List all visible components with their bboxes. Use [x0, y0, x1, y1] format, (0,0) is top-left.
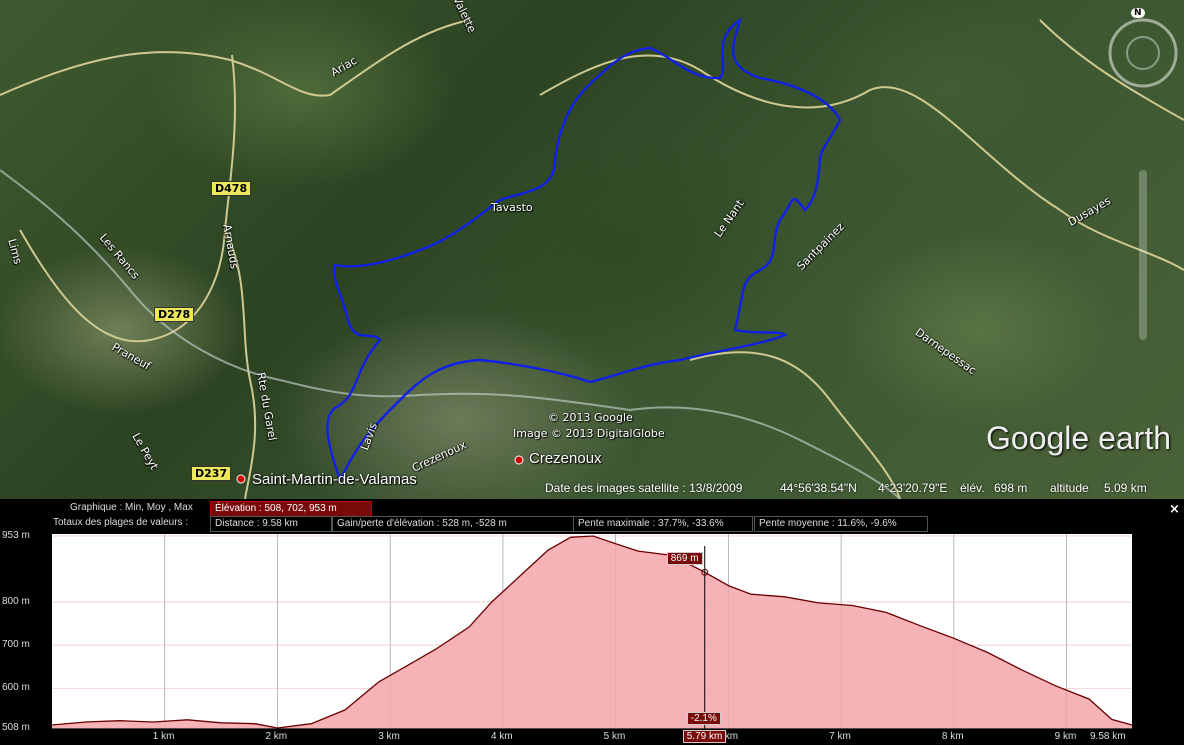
altitude-label: altitude [1050, 481, 1089, 495]
x-tick-label: 4 km [490, 731, 513, 742]
longitude: 4°23'20.79"E [878, 481, 948, 495]
north-indicator[interactable]: N [1131, 8, 1145, 18]
close-icon[interactable]: × [1169, 502, 1180, 517]
graph-label: Graphique : Min, Moy , Max [70, 502, 193, 513]
compass-inner [1126, 36, 1160, 70]
cursor-slope-tag: -2.1% [686, 712, 721, 725]
road-badge: D278 [154, 307, 195, 322]
placemark-icon[interactable] [236, 474, 246, 484]
gain-stat[interactable]: Gain/perte d'élévation : 528 m, -528 m [332, 516, 574, 532]
compass-ring[interactable] [1108, 18, 1178, 88]
distance-stat[interactable]: Distance : 9.58 km [210, 516, 332, 532]
road-badge: D237 [191, 466, 232, 481]
elevation-label: élév. [960, 481, 985, 495]
x-tick-label: 9 km [1054, 731, 1077, 742]
place-label[interactable]: Crezenoux [529, 450, 602, 467]
avg-slope-stat[interactable]: Pente moyenne : 11.6%, -9.6% [754, 516, 928, 532]
road-badge: D478 [211, 181, 252, 196]
place-label[interactable]: Tavasto [491, 201, 533, 214]
y-tick-label: 600 m [2, 682, 30, 694]
cursor-distance-tag: 5.79 km [682, 730, 727, 743]
y-tick-label: 508 m [2, 722, 30, 733]
placemark-icon[interactable] [514, 455, 524, 465]
elevation-profile-panel: Graphique : Min, Moy , Max Élévation : 5… [0, 499, 1184, 745]
copyright-imagery: Image © 2013 DigitalGlobe [513, 427, 665, 440]
latitude: 44°56'38.54"N [780, 481, 857, 495]
y-tick-label: 800 m [2, 596, 30, 607]
x-tick-label: 7 km [829, 731, 851, 742]
road [1039, 19, 1184, 121]
satellite-map[interactable]: N Saint-Martin-de-Valamas Crezenoux Tava… [0, 0, 1184, 499]
imagery-date: Date des images satellite : 13/8/2009 [545, 481, 743, 495]
max-slope-stat[interactable]: Pente maximale : 37.7%, -33.6% [573, 516, 753, 532]
elevation-stat[interactable]: Élévation : 508, 702, 953 m [210, 501, 372, 517]
x-tick-label: 2 km [265, 731, 288, 742]
x-tick-label: 1 km [152, 731, 175, 742]
elevation-value: 698 m [994, 481, 1028, 495]
y-tick-label: 953 m [2, 530, 30, 541]
zoom-slider[interactable] [1139, 170, 1147, 340]
road [539, 54, 1184, 271]
google-earth-logo: Google earth [986, 420, 1172, 456]
y-tick-label: 700 m [2, 639, 30, 651]
x-tick-label: 5 km [603, 731, 626, 742]
cursor-elevation-tag: 869 m [666, 552, 703, 566]
altitude-value: 5.09 km [1104, 481, 1147, 495]
road [19, 54, 236, 343]
totals-label: Totaux des plages de valeurs : [53, 517, 189, 528]
place-label[interactable]: Saint-Martin-de-Valamas [252, 471, 417, 488]
copyright-google: © 2013 Google [548, 411, 633, 424]
end-distance-label: 9.58 km [1090, 731, 1126, 742]
x-tick-label: 3 km [378, 731, 400, 742]
x-tick-label: 8 km [941, 731, 964, 742]
